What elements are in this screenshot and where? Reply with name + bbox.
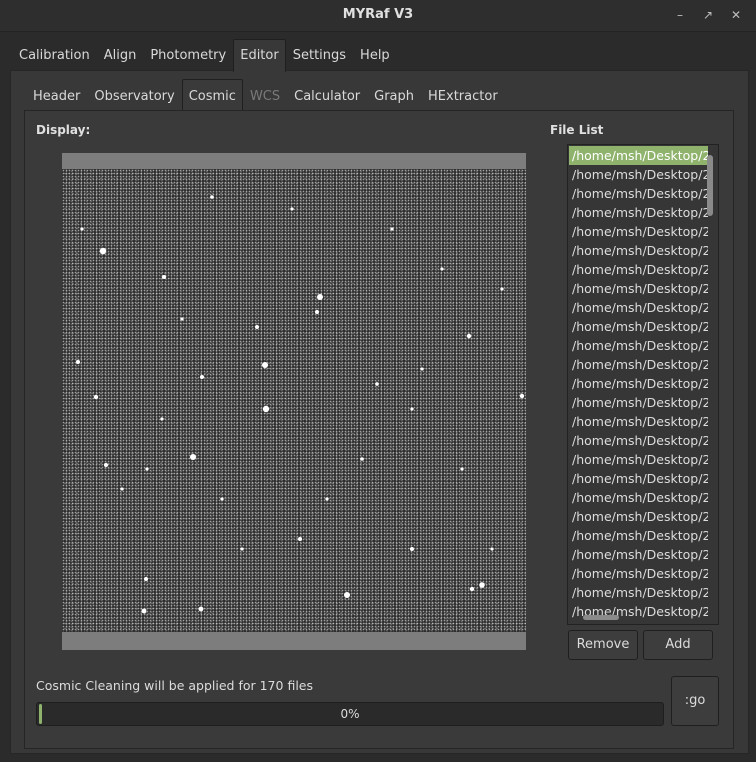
tab-align[interactable]: Align: [97, 39, 144, 70]
file-list-item[interactable]: /home/msh/Desktop/20: [569, 545, 708, 564]
add-button[interactable]: Add: [643, 630, 713, 660]
file-list-item[interactable]: /home/msh/Desktop/20: [569, 469, 708, 488]
file-list-item[interactable]: /home/msh/Desktop/20: [569, 260, 708, 279]
file-list-label: File List: [550, 123, 604, 137]
subtab-cosmic[interactable]: Cosmic: [181, 79, 243, 111]
file-list-item[interactable]: /home/msh/Desktop/20: [569, 488, 708, 507]
maximize-icon[interactable]: ↗: [699, 6, 717, 24]
file-list-item[interactable]: /home/msh/Desktop/20: [569, 507, 708, 526]
star-field: [76, 195, 525, 614]
file-list-item[interactable]: /home/msh/Desktop/20: [569, 583, 708, 602]
file-list-item[interactable]: /home/msh/Desktop/20: [569, 317, 708, 336]
file-list[interactable]: /home/msh/Desktop/20/home/msh/Desktop/20…: [567, 144, 719, 625]
main-tab-bar: Calibration Align Photometry Editor Settings…: [12, 39, 397, 72]
progress-text: 0%: [340, 707, 360, 721]
progress-bar: 0%: [36, 702, 664, 726]
go-button[interactable]: :go: [671, 676, 719, 726]
file-list-item[interactable]: /home/msh/Desktop/20: [569, 431, 708, 450]
tab-settings[interactable]: Settings: [286, 39, 353, 70]
file-list-horizontal-scrollbar[interactable]: [583, 615, 619, 620]
display-label: Display:: [36, 123, 91, 137]
title-bar: MYRaf V3 – ↗ ✕: [0, 0, 756, 32]
subtab-graph[interactable]: Graph: [367, 79, 421, 109]
file-list-item[interactable]: /home/msh/Desktop/20: [569, 355, 708, 374]
file-list-item[interactable]: /home/msh/Desktop/20: [569, 393, 708, 412]
close-icon[interactable]: ✕: [727, 6, 745, 24]
window-title: MYRaf V3: [342, 7, 414, 22]
sub-tab-bar: Header Observatory Cosmic WCS Calculator Grap…: [26, 79, 505, 111]
status-text: Cosmic Cleaning will be applied for 170 …: [36, 678, 313, 693]
minimize-icon[interactable]: –: [671, 6, 689, 24]
file-list-item[interactable]: /home/msh/Desktop/20: [569, 146, 708, 165]
subtab-hextractor[interactable]: HExtractor: [421, 79, 505, 109]
file-list-item[interactable]: /home/msh/Desktop/20: [569, 184, 708, 203]
tab-photometry[interactable]: Photometry: [143, 39, 233, 70]
tab-editor[interactable]: Editor: [233, 39, 286, 72]
tab-help[interactable]: Help: [353, 39, 397, 70]
file-list-item[interactable]: /home/msh/Desktop/20: [569, 298, 708, 317]
subtab-observatory[interactable]: Observatory: [87, 79, 181, 109]
file-list-item[interactable]: /home/msh/Desktop/20: [569, 450, 708, 469]
fits-image-display[interactable]: [62, 169, 526, 632]
file-list-item[interactable]: /home/msh/Desktop/20: [569, 165, 708, 184]
file-list-item[interactable]: /home/msh/Desktop/20: [569, 526, 708, 545]
file-list-item[interactable]: /home/msh/Desktop/20: [569, 241, 708, 260]
tab-calibration[interactable]: Calibration: [12, 39, 97, 70]
subtab-wcs: WCS: [249, 89, 281, 104]
file-list-item[interactable]: /home/msh/Desktop/20: [569, 222, 708, 241]
file-list-item[interactable]: /home/msh/Desktop/20: [569, 279, 708, 298]
file-list-item[interactable]: /home/msh/Desktop/20: [569, 374, 708, 393]
file-list-item[interactable]: /home/msh/Desktop/20: [569, 203, 708, 222]
file-list-item[interactable]: /home/msh/Desktop/20: [569, 564, 708, 583]
subtab-calculator[interactable]: Calculator: [287, 79, 367, 109]
file-list-item[interactable]: /home/msh/Desktop/20: [569, 336, 708, 355]
remove-button[interactable]: Remove: [568, 630, 638, 660]
file-list-item[interactable]: /home/msh/Desktop/20: [569, 412, 708, 431]
subtab-header[interactable]: Header: [26, 79, 87, 109]
file-list-vertical-scrollbar[interactable]: [707, 155, 713, 216]
